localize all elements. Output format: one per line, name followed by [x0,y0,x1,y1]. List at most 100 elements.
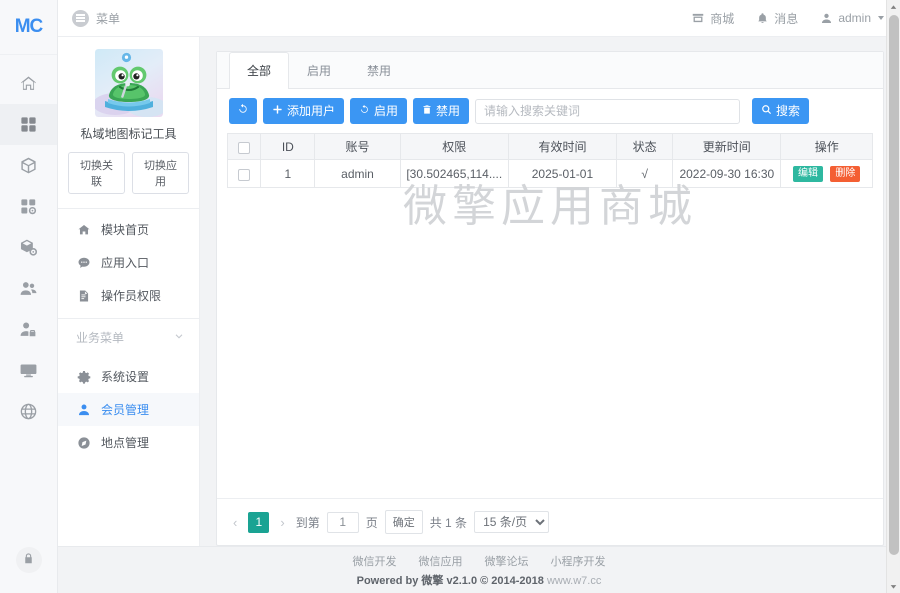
refresh-icon [359,103,370,119]
sidebar-item-label: 操作员权限 [101,287,161,304]
footer-link-miniprogram-dev[interactable]: 小程序开发 [551,553,606,569]
sidebar-item-member-management[interactable]: 会员管理 [58,393,199,426]
confirm-page-button[interactable]: 确定 [385,510,423,534]
rail-item-package-settings[interactable] [0,227,57,268]
chevron-down-icon [173,330,185,345]
app-window: MC [0,0,900,593]
user-icon [76,403,91,417]
side-menu-list-business: 系统设置 会员管理 地点管理 [58,356,199,459]
app-card: 私域地图标记工具 切换关联 切换应用 [58,37,199,209]
refresh-icon [237,103,249,119]
table-row[interactable]: 1 admin [30.502465,114.... 2025-01-01 √ … [228,160,873,188]
scroll-up-icon[interactable] [887,0,900,14]
lock-icon [22,552,35,568]
scrollbar-thumb[interactable] [889,15,899,555]
col-id: ID [261,134,315,160]
switch-link-button[interactable]: 切换关联 [68,152,125,194]
user-name: admin [838,11,871,25]
row-select-cell [228,160,261,188]
sidebar-item-app-entry[interactable]: 应用入口 [58,246,199,279]
top-header-actions: 商城 消息 admin [691,10,884,27]
search-button[interactable]: 搜索 [752,98,809,124]
shop-link[interactable]: 商城 [691,10,734,27]
table-container: ID 账号 权限 有效时间 状态 更新时间 操作 [217,133,883,188]
app-card-buttons: 切换关联 切换应用 [68,152,189,194]
globe-icon [19,402,38,421]
rail-item-modules[interactable] [0,145,57,186]
rail-item-apps[interactable] [0,104,57,145]
col-actions: 操作 [781,134,873,160]
sidebar-item-label: 会员管理 [101,401,149,418]
grid-gear-icon [19,197,38,216]
enable-button[interactable]: 启用 [350,98,407,124]
footer-link-forum[interactable]: 微擎论坛 [485,553,529,569]
powered-prefix: Powered by [357,575,422,587]
lock-button[interactable] [16,547,42,573]
enable-label: 启用 [374,103,398,119]
body: 私域地图标记工具 切换关联 切换应用 模块首页 [58,37,900,546]
main-content: 全部 启用 禁用 [200,37,900,546]
tab-enabled[interactable]: 启用 [289,52,349,88]
frog-app-icon [95,49,163,117]
message-link[interactable]: 消息 [756,10,798,27]
compass-icon [76,436,91,450]
gear-icon [76,370,91,384]
col-valid-time: 有效时间 [508,134,616,160]
switch-app-button[interactable]: 切换应用 [132,152,189,194]
rail-item-members[interactable] [0,268,57,309]
delete-button[interactable]: 删除 [830,166,860,182]
logo-text: MC [15,16,43,38]
cube-gear-icon [19,238,38,257]
chevron-left-icon[interactable]: ‹ [229,515,241,530]
top-header: 菜单 商城 消息 [58,0,900,37]
tab-all[interactable]: 全部 [229,52,289,89]
page-size-select[interactable]: 15 条/页 [474,511,549,533]
rail-item-home[interactable] [0,63,57,104]
sidebar-item-system-settings[interactable]: 系统设置 [58,360,199,393]
tab-disabled[interactable]: 禁用 [349,52,409,88]
browser-scrollbar[interactable] [886,0,900,593]
chevron-right-icon[interactable]: › [276,515,288,530]
rail-item-site[interactable] [0,391,57,432]
sidebar-item-label: 模块首页 [101,221,149,238]
scroll-down-icon[interactable] [887,579,900,593]
refresh-button[interactable] [229,98,257,124]
add-user-button[interactable]: 添加用户 [263,98,344,124]
app-logo[interactable]: MC [0,0,57,55]
rail-item-permissions[interactable] [0,309,57,350]
col-permission: 权限 [400,134,508,160]
page-1-button[interactable]: 1 [248,512,269,533]
sidebar-item-label: 应用入口 [101,254,149,271]
rail-item-module-settings[interactable] [0,186,57,227]
plus-icon [272,103,283,119]
message-label: 消息 [774,10,798,27]
powered-version: v2.1.0 © 2014-2018 [443,575,547,587]
select-all-checkbox[interactable] [238,142,250,154]
search-input[interactable] [475,99,740,124]
disable-button[interactable]: 禁用 [413,98,469,124]
home-icon [19,74,38,93]
sidebar-item-operator-permission[interactable]: 操作员权限 [58,279,199,312]
bell-icon [756,12,769,25]
cell-permission: [30.502465,114.... [400,160,508,188]
menu-section-business[interactable]: 业务菜单 [58,319,199,356]
user-menu[interactable]: admin [820,11,884,25]
disable-label: 禁用 [436,103,460,119]
row-checkbox[interactable] [238,169,250,181]
search-icon [761,103,772,119]
menu-section-label: 业务菜单 [76,329,124,346]
footer-link-wechat-app[interactable]: 微信应用 [419,553,463,569]
sidebar-item-module-home[interactable]: 模块首页 [58,213,199,246]
menu-toggle[interactable]: 菜单 [72,10,120,27]
footer-link-wechat-dev[interactable]: 微信开发 [353,553,397,569]
footer-links: 微信开发 微信应用 微擎论坛 小程序开发 [353,553,606,569]
edit-button[interactable]: 编辑 [793,166,823,182]
users-icon [19,279,38,298]
toolbar: 添加用户 启用 禁用 [217,89,883,133]
sidebar-item-location-management[interactable]: 地点管理 [58,426,199,459]
rail-item-terminal[interactable] [0,350,57,391]
goto-page-input[interactable] [327,512,359,533]
filter-tabs: 全部 启用 禁用 [217,52,883,89]
monitor-icon [19,361,38,380]
footer: 微信开发 微信应用 微擎论坛 小程序开发 Powered by 微擎 v2.1.… [58,546,900,593]
